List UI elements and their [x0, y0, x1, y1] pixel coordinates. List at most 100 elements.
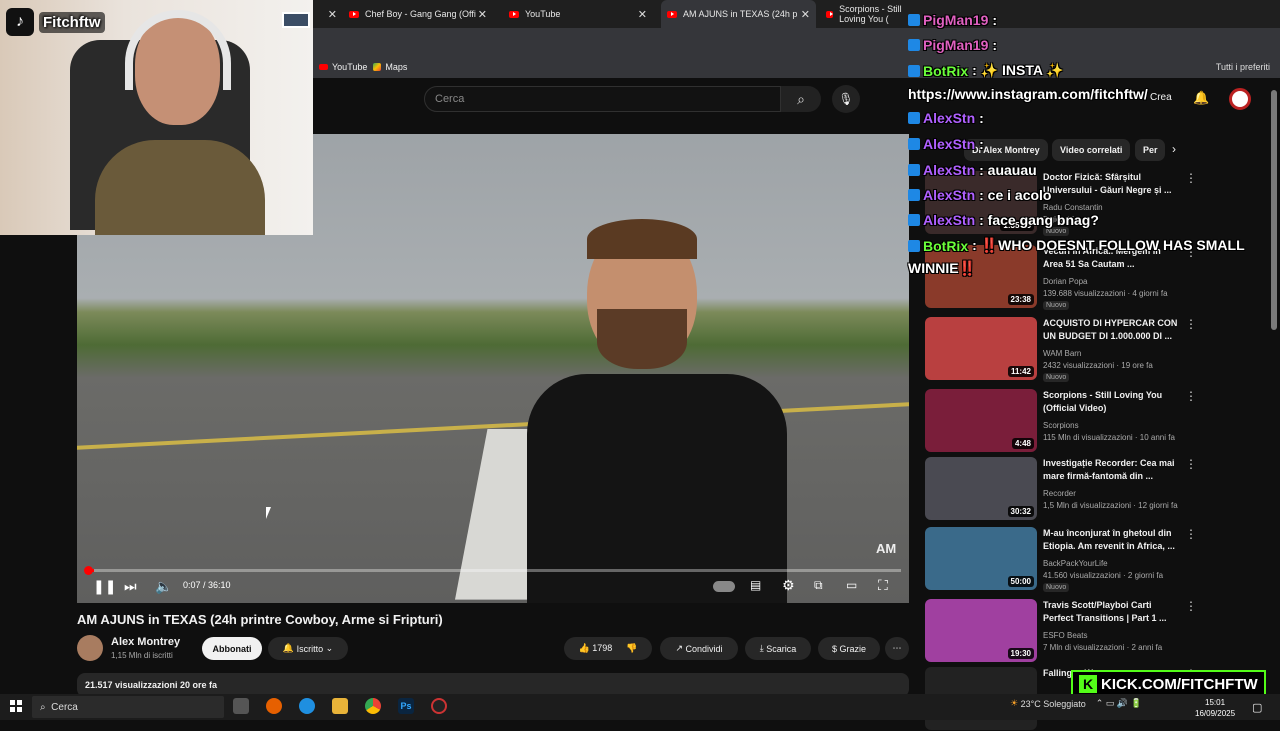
- tray-icons[interactable]: ⌃ ▭ 🔊 🔋: [1096, 698, 1142, 709]
- new-badge: Nuovo: [1043, 373, 1070, 382]
- settings-gear-icon[interactable]: ⚙: [782, 577, 795, 594]
- tab-am-ajuns[interactable]: AM AJUNS in TEXAS (24h p ✕: [661, 0, 816, 28]
- firefox-icon[interactable]: [266, 698, 282, 714]
- bookmark-maps[interactable]: Maps: [385, 62, 407, 72]
- next-icon[interactable]: ⏭: [124, 578, 137, 595]
- more-actions-button[interactable]: ⋯: [885, 637, 909, 660]
- chip-related[interactable]: Video correlati: [1052, 139, 1131, 161]
- chat-text: :: [979, 136, 984, 152]
- channel-name: Dorian Popa: [1043, 277, 1088, 286]
- tiktok-icon: ♪: [6, 8, 34, 36]
- address-bar[interactable]: [313, 28, 1280, 56]
- search-button[interactable]: ⌕: [781, 86, 821, 112]
- video-thumbnail[interactable]: 50:00: [925, 527, 1037, 590]
- recommended-video[interactable]: 50:00 M-au înconjurat în ghetoul din Etio…: [925, 527, 1265, 592]
- theater-mode-icon[interactable]: ▭: [846, 578, 857, 592]
- subscribed-button[interactable]: 🔔 Iscritto ⌄: [268, 637, 348, 660]
- video-title[interactable]: Investigație Recorder: Cea mai mare firm…: [1043, 457, 1178, 483]
- chat-text: : auauau: [979, 162, 1037, 178]
- more-menu-icon[interactable]: ⋮: [1185, 527, 1197, 541]
- search-input[interactable]: Cerca: [424, 86, 781, 112]
- tab-youtube[interactable]: YouTube ✕: [503, 0, 653, 28]
- account-avatar[interactable]: [1229, 88, 1251, 110]
- more-menu-icon[interactable]: ⋮: [1185, 171, 1197, 185]
- clock[interactable]: 15:01 16/09/2025: [1195, 697, 1235, 719]
- autoplay-toggle[interactable]: [713, 581, 735, 592]
- more-menu-icon[interactable]: ⋮: [1185, 457, 1197, 471]
- all-bookmarks[interactable]: Tutti i preferiti: [1216, 62, 1270, 72]
- like-button[interactable]: 👍 1798: [579, 643, 613, 654]
- fullscreen-icon[interactable]: ⛶: [878, 577, 888, 594]
- video-title[interactable]: M-au înconjurat în ghetoul din Etiopia. …: [1043, 527, 1178, 553]
- video-title[interactable]: ACQUISTO DI HYPERCAR CON UN BUDGET DI 1.…: [1043, 317, 1178, 343]
- create-button[interactable]: Crea: [1150, 92, 1172, 103]
- recommended-video[interactable]: 19:30 Travis Scott/Playboi Carti Perfect …: [925, 599, 1265, 663]
- taskbar-search-input[interactable]: ⌕ Cerca: [32, 696, 224, 718]
- video-meta: 2432 visualizzazioni · 19 ore fa: [1043, 361, 1153, 370]
- task-view-icon[interactable]: [233, 698, 249, 714]
- photoshop-icon[interactable]: Ps: [398, 698, 414, 714]
- chat-message: AlexStn: face gang bnag?: [908, 212, 1099, 228]
- more-menu-icon[interactable]: ⋮: [1185, 599, 1197, 613]
- download-button[interactable]: ⤓ Scarica: [745, 637, 811, 660]
- chat-message: AlexStn:: [908, 136, 984, 152]
- obs-icon[interactable]: [431, 698, 447, 714]
- mouse-cursor: [266, 507, 271, 519]
- notifications-icon[interactable]: ▢: [1252, 701, 1262, 714]
- bookmark-youtube[interactable]: YouTube: [332, 62, 367, 72]
- share-button[interactable]: ↗ Condividi: [660, 637, 738, 660]
- subscribe-button[interactable]: Abbonati: [202, 637, 262, 660]
- video-title[interactable]: Doctor Fizică: Sfârșitul Universului - G…: [1043, 171, 1178, 197]
- progress-bar[interactable]: [87, 569, 901, 572]
- recommended-video[interactable]: 30:32 Investigație Recorder: Cea mai mare…: [925, 457, 1265, 521]
- scrollbar-thumb[interactable]: [1271, 90, 1277, 330]
- scrollbar[interactable]: [1271, 90, 1277, 690]
- tab-close-icon[interactable]: ✕: [321, 0, 341, 28]
- edge-icon[interactable]: [299, 698, 315, 714]
- close-icon[interactable]: ✕: [801, 8, 810, 21]
- video-thumbnail[interactable]: 19:30: [925, 599, 1037, 662]
- scrubber-handle[interactable]: [84, 566, 93, 575]
- close-icon[interactable]: ✕: [638, 8, 647, 21]
- chat-badge-icon: [908, 112, 920, 124]
- recommended-video[interactable]: 11:42 ACQUISTO DI HYPERCAR CON UN BUDGET …: [925, 317, 1265, 382]
- channel-avatar[interactable]: [77, 635, 103, 661]
- chat-message: BotRix: ‼️WHO DOESNT FOLLOW HAS SMALL: [908, 237, 1245, 254]
- video-thumbnail[interactable]: 11:42: [925, 317, 1037, 380]
- file-explorer-icon[interactable]: [332, 698, 348, 714]
- youtube-icon: [509, 10, 519, 18]
- tab-chef-boy[interactable]: Chef Boy - Gang Gang (Offi ✕: [343, 0, 493, 28]
- microphone-icon: 🎙: [838, 92, 854, 106]
- more-menu-icon[interactable]: ⋮: [1185, 317, 1197, 331]
- channel-name: ESFO Beats: [1043, 631, 1088, 640]
- chrome-icon[interactable]: [365, 698, 381, 714]
- weather-text[interactable]: 23°C Soleggiato: [1021, 699, 1086, 709]
- video-title[interactable]: Travis Scott/Playboi Carti Perfect Trans…: [1043, 599, 1178, 625]
- recommended-video[interactable]: 23:38 Vecuri în Africa.. Mergem în Area 5…: [925, 245, 1265, 310]
- weather-icon: ☀: [1010, 698, 1021, 708]
- pause-icon[interactable]: ❚❚: [93, 578, 116, 595]
- channel-name[interactable]: Alex Montrey: [111, 636, 180, 648]
- chip-for-you[interactable]: Per: [1135, 139, 1165, 161]
- tiktok-handle: ♪ Fitchftw: [6, 8, 105, 36]
- chevron-right-icon[interactable]: ›: [1172, 142, 1176, 156]
- volume-icon[interactable]: 🔈: [155, 578, 172, 595]
- dislike-icon[interactable]: 👎: [626, 643, 637, 654]
- video-title[interactable]: Scorpions - Still Loving You (Official V…: [1043, 389, 1178, 415]
- maps-icon: [373, 63, 382, 71]
- more-menu-icon[interactable]: ⋮: [1185, 389, 1197, 403]
- subtitles-icon[interactable]: ▤: [750, 578, 761, 592]
- recommended-video[interactable]: 4:48 Scorpions - Still Loving You (Offici…: [925, 389, 1265, 453]
- video-thumbnail[interactable]: 30:32: [925, 457, 1037, 520]
- voice-search-button[interactable]: 🎙: [832, 85, 860, 113]
- thanks-button[interactable]: $ Grazie: [818, 637, 880, 660]
- video-thumbnail[interactable]: 4:48: [925, 389, 1037, 452]
- close-icon[interactable]: ✕: [478, 8, 487, 21]
- tab-scorpions[interactable]: Scorpions - Still Loving You (: [820, 0, 920, 28]
- chat-text: :: [992, 37, 998, 53]
- notifications-bell-icon[interactable]: 🔔: [1193, 90, 1209, 106]
- chat-message: AlexStn: auauau: [908, 162, 1037, 178]
- video-duration: 30:32: [1007, 506, 1034, 517]
- miniplayer-icon[interactable]: ⧉: [814, 578, 823, 593]
- windows-start-icon[interactable]: [10, 700, 22, 712]
